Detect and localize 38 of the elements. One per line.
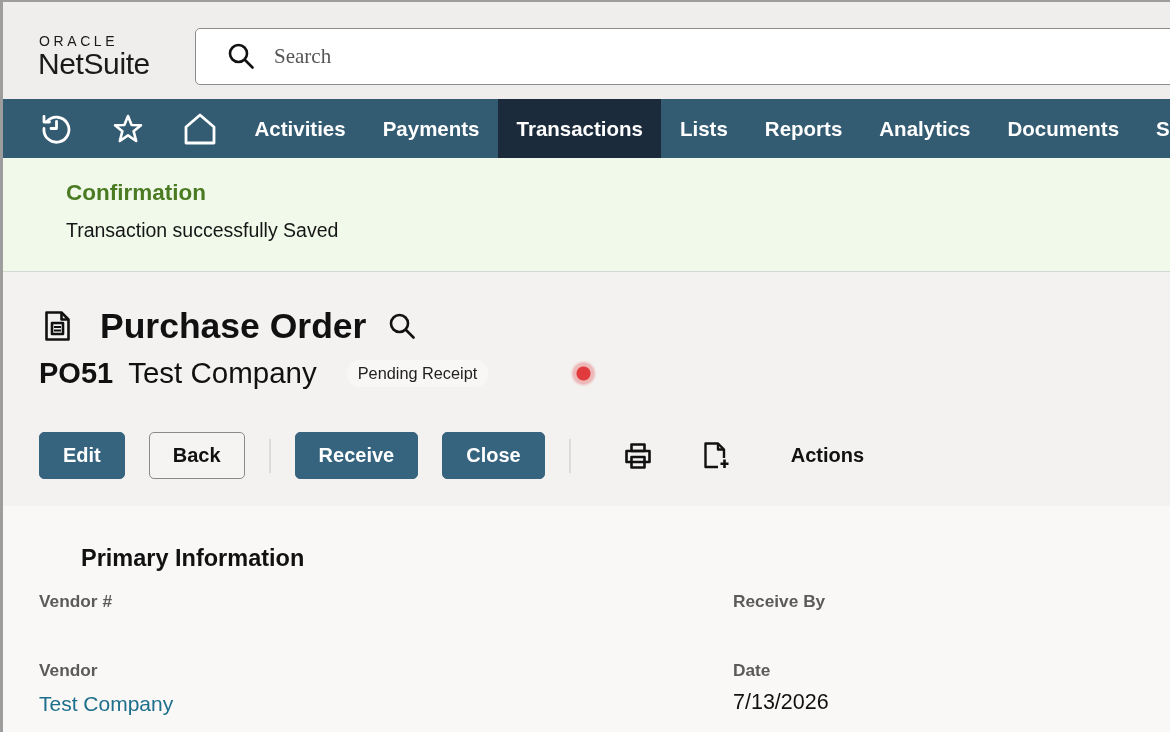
record-number: PO51 — [39, 356, 114, 390]
status-dot-icon — [570, 359, 598, 387]
logo-product-name: NetSuite — [38, 48, 150, 80]
print-icon[interactable] — [624, 442, 651, 469]
field-value: 7/13/2026 — [733, 689, 829, 715]
nav-tab[interactable]: Payments — [364, 99, 498, 158]
secondary-action-button[interactable]: Back — [148, 432, 245, 479]
record-type-title: Purchase Order — [100, 305, 367, 347]
history-icon[interactable] — [40, 113, 72, 144]
primary-action-button[interactable]: Edit — [39, 432, 125, 479]
field-label: Vendor — [39, 659, 98, 681]
search-icon — [228, 43, 254, 69]
vendor-link[interactable]: Test Company — [39, 691, 174, 717]
confirmation-title: Confirmation — [66, 180, 206, 206]
field-label: Date — [733, 659, 771, 681]
nav-tab[interactable]: Analytics — [860, 99, 989, 158]
home-icon[interactable] — [184, 112, 216, 145]
nav-tab[interactable]: Reports — [746, 99, 861, 158]
section-title: Primary Information — [81, 544, 305, 572]
confirmation-message: Transaction successfully Saved — [66, 218, 339, 242]
nav-tab[interactable]: S — [1137, 99, 1170, 158]
record-name: Test Company — [128, 356, 317, 390]
nav-tab[interactable]: Documents — [988, 99, 1138, 158]
search-field[interactable]: Search — [195, 28, 1170, 85]
nav-tab[interactable]: Transactions — [498, 99, 662, 158]
actions-menu[interactable]: Actions — [790, 444, 865, 467]
document-icon — [45, 311, 70, 341]
search-icon[interactable] — [389, 313, 416, 339]
new-document-icon[interactable] — [703, 442, 730, 469]
nav-tab[interactable]: Lists — [661, 99, 747, 158]
logo-wordmark: ORACLE — [39, 34, 119, 48]
primary-action-button[interactable]: Close — [442, 432, 545, 479]
field-label: Vendor # — [39, 590, 112, 612]
star-icon[interactable] — [113, 114, 143, 143]
primary-action-button[interactable]: Receive — [294, 432, 419, 479]
field-label: Receive By — [733, 590, 826, 612]
nav-tab[interactable]: Activities — [236, 99, 365, 158]
status-badge: Pending Receipt — [346, 359, 489, 387]
